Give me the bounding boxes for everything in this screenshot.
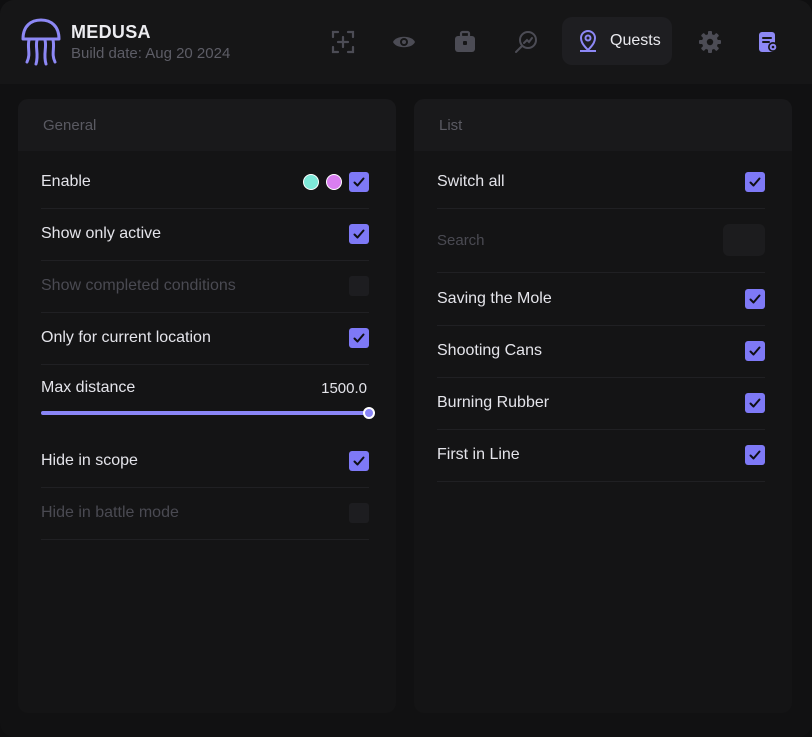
crosshair-plus-icon (331, 30, 355, 54)
switch-all-row[interactable]: Switch all (437, 156, 765, 209)
app-window: MEDUSA Build date: Aug 20 2024 Quests Ge… (0, 0, 812, 737)
checkmark-icon (353, 177, 365, 187)
search-placeholder: Search (437, 231, 485, 249)
show-completed-label: Show completed conditions (41, 277, 236, 294)
app-title: MEDUSA (71, 22, 151, 42)
hide-in-battle-row[interactable]: Hide in battle mode (41, 487, 369, 540)
build-date: Build date: Aug 20 2024 (71, 45, 231, 62)
checkmark-icon (749, 450, 761, 460)
general-panel: General Enable Show only active Show com… (18, 99, 396, 713)
nav-aim-button[interactable] (321, 20, 365, 64)
list-panel-title: List (414, 99, 792, 151)
hide-in-battle-label: Hide in battle mode (41, 504, 179, 521)
checkmark-icon (749, 398, 761, 408)
quest-row[interactable]: Shooting Cans (437, 325, 765, 378)
search-row: Search (437, 208, 765, 273)
quest-row[interactable]: Burning Rubber (437, 377, 765, 430)
quest-label: Burning Rubber (437, 394, 550, 411)
enable-checkbox[interactable] (349, 172, 369, 192)
quest-checkbox[interactable] (745, 393, 765, 413)
map-pin-icon (580, 30, 596, 52)
show-completed-checkbox[interactable] (349, 276, 369, 296)
slider-handle[interactable] (363, 407, 375, 419)
color-swatch-pink[interactable] (326, 174, 342, 190)
search-analytics-icon (515, 31, 537, 53)
gear-icon (699, 31, 721, 53)
eye-icon (393, 36, 415, 48)
quest-label: Saving the Mole (437, 290, 552, 307)
notes-settings-icon (759, 32, 778, 52)
hide-in-scope-label: Hide in scope (41, 452, 138, 469)
switch-all-checkbox[interactable] (745, 172, 765, 192)
quest-checkbox[interactable] (745, 341, 765, 361)
quest-checkbox[interactable] (745, 445, 765, 465)
max-distance-slider[interactable] (41, 403, 375, 423)
enable-label: Enable (41, 173, 91, 190)
switch-all-label: Switch all (437, 173, 505, 190)
nav-quests-button[interactable]: Quests (562, 17, 672, 65)
quest-label: Shooting Cans (437, 342, 542, 359)
only-current-location-checkbox[interactable] (349, 328, 369, 348)
search-input[interactable] (723, 224, 765, 256)
color-swatch-teal[interactable] (303, 174, 319, 190)
show-only-active-row[interactable]: Show only active (41, 208, 369, 261)
checkmark-icon (749, 177, 761, 187)
header: MEDUSA Build date: Aug 20 2024 Quests (0, 0, 812, 84)
only-current-location-label: Only for current location (41, 329, 211, 346)
quest-row[interactable]: Saving the Mole (437, 273, 765, 326)
show-only-active-label: Show only active (41, 225, 162, 242)
briefcase-icon (455, 30, 475, 52)
slider-fill (41, 411, 369, 415)
checkmark-icon (353, 333, 365, 343)
nav-settings-button[interactable] (688, 20, 732, 64)
quest-label: First in Line (437, 446, 520, 463)
show-only-active-checkbox[interactable] (349, 224, 369, 244)
hide-in-battle-checkbox[interactable] (349, 503, 369, 523)
hide-in-scope-checkbox[interactable] (349, 451, 369, 471)
only-current-location-row[interactable]: Only for current location (41, 312, 369, 365)
quest-checkbox[interactable] (745, 289, 765, 309)
show-completed-row[interactable]: Show completed conditions (41, 260, 369, 313)
list-panel: List Switch all Search Saving the Mole S… (414, 99, 792, 713)
enable-row[interactable]: Enable (41, 156, 369, 209)
nav-inventory-button[interactable] (443, 20, 487, 64)
nav-search-button[interactable] (504, 20, 548, 64)
quest-row[interactable]: First in Line (437, 429, 765, 482)
general-panel-title: General (18, 99, 396, 151)
checkmark-icon (749, 346, 761, 356)
checkmark-icon (353, 456, 365, 466)
checkmark-icon (353, 229, 365, 239)
max-distance-value: 1500.0 (321, 379, 367, 397)
nav-quests-label: Quests (610, 32, 661, 49)
nav-config-button[interactable] (746, 20, 790, 64)
max-distance-label: Max distance (41, 379, 136, 396)
jellyfish-logo-icon (21, 18, 61, 66)
nav-visuals-button[interactable] (382, 20, 426, 64)
hide-in-scope-row[interactable]: Hide in scope (41, 435, 369, 488)
checkmark-icon (749, 294, 761, 304)
